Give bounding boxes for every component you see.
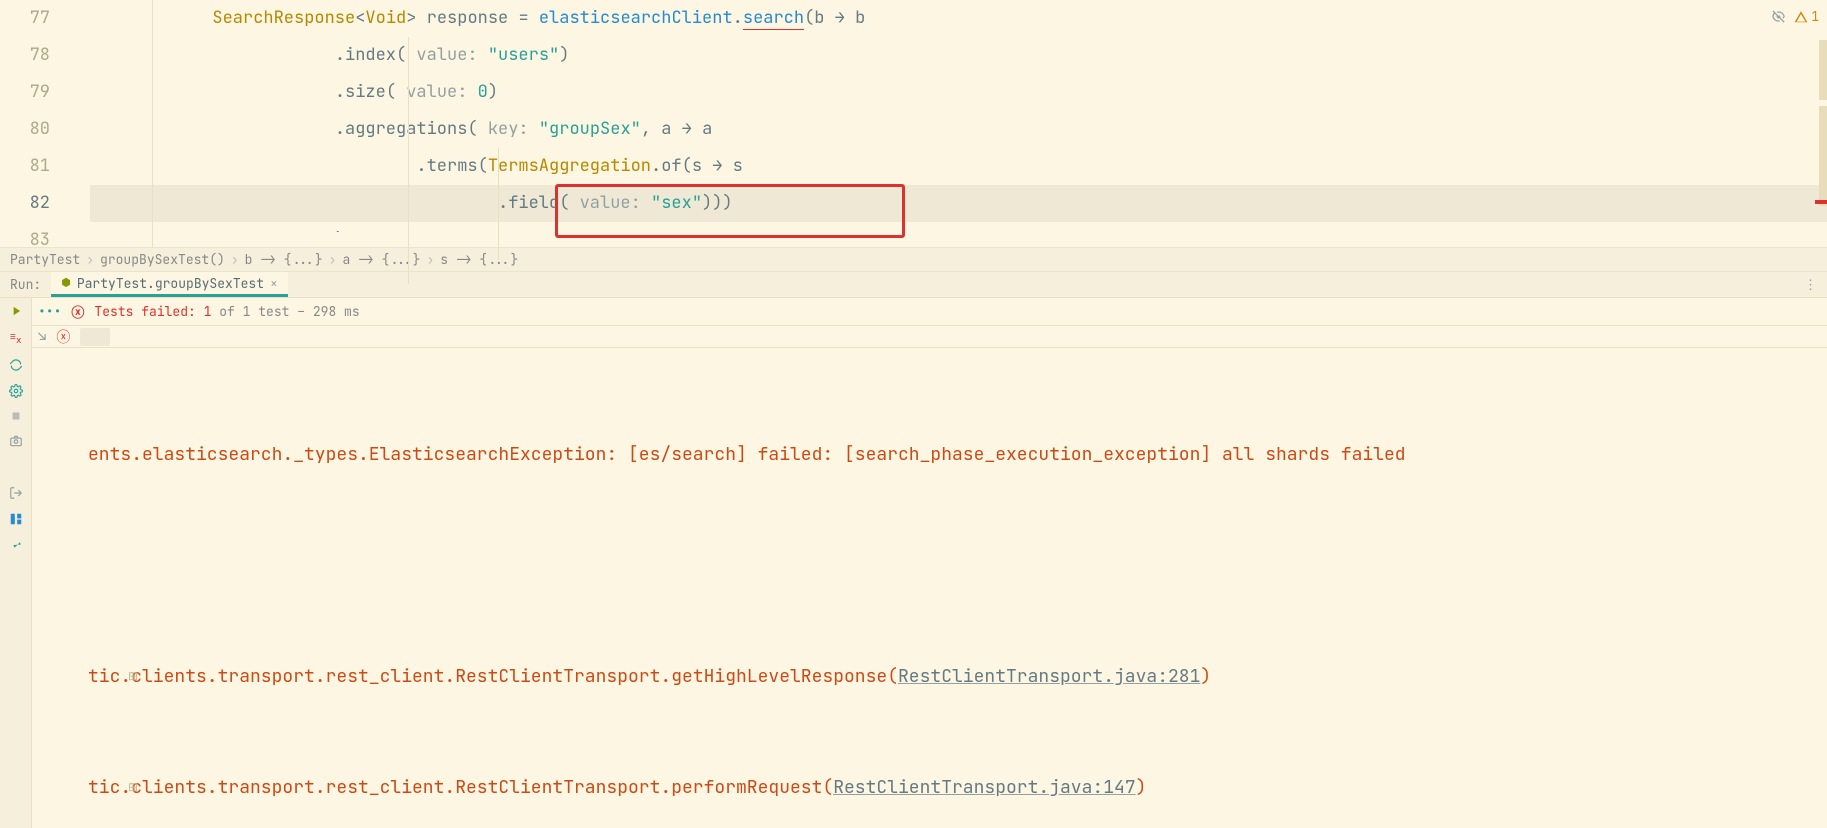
chevron-right-icon: › (86, 251, 94, 268)
warnings-indicator[interactable]: 1 (1794, 8, 1819, 25)
code-line[interactable]: .index( value: "users") (90, 37, 1827, 74)
field-ref: elasticsearchClient (539, 7, 733, 29)
chevron-down-icon[interactable]: ↘ (38, 328, 46, 346)
warnings-count: 1 (1811, 8, 1819, 25)
param-hint: value: (580, 192, 641, 214)
run-panel: ≡x ••• ⓧ T (0, 298, 1827, 828)
line-number: 77 (0, 0, 50, 37)
string-literal: "sex" (651, 192, 702, 214)
filter-icon[interactable]: ≡x (9, 330, 21, 346)
rerun-failed-icon[interactable] (9, 358, 23, 372)
method-call: .size (335, 81, 386, 103)
source-link[interactable]: RestClientTransport.java:147 (833, 776, 1135, 799)
run-button[interactable] (9, 304, 23, 318)
line-number: 81 (0, 148, 50, 185)
number-literal: 0 (478, 81, 488, 103)
lambda-param: a (661, 118, 671, 140)
run-tab[interactable]: ⬢ PartyTest.groupBySexTest × (51, 272, 288, 297)
line-number-gutter: 77 78 79 80 81 82 83 (0, 0, 70, 247)
run-toolbar: ≡x (0, 298, 32, 828)
chevron-right-icon: › (426, 251, 434, 268)
param-hint: value: (406, 81, 467, 103)
breadcrumb-item[interactable]: groupBySexTest() (100, 251, 225, 268)
string-literal: "groupSex" (539, 118, 641, 140)
line-number-current: 82 (0, 185, 50, 222)
more-menu-icon[interactable]: ⋮ (1794, 276, 1827, 293)
param-hint: value: (416, 44, 477, 66)
settings-icon[interactable] (9, 384, 23, 398)
tests-count-label: of 1 test – 298 ms (211, 303, 359, 320)
run-panel-tabbar: Run: ⬢ PartyTest.groupBySexTest × ⋮ (0, 272, 1827, 298)
test-status-bar: ••• ⓧ Tests failed: 1 of 1 test – 298 ms (32, 298, 1827, 326)
editor[interactable]: 77 78 79 80 81 82 83 SearchResponse<Void… (0, 0, 1827, 247)
code-line[interactable]: ) (90, 222, 1827, 232)
console-output[interactable]: ents.elasticsearch._types.ElasticsearchE… (32, 348, 1827, 828)
lambda-param: b (855, 7, 865, 29)
pin-icon[interactable] (10, 538, 22, 552)
chevron-right-icon: › (231, 251, 239, 268)
method-call[interactable]: search (743, 7, 804, 30)
code-line[interactable]: SearchResponse<Void> response = elastics… (90, 0, 1827, 37)
lambda-param: s (692, 155, 702, 177)
string-literal: "users" (488, 44, 559, 66)
method-call: .field (498, 192, 559, 214)
line-number: 80 (0, 111, 50, 148)
method-call: .aggregations (335, 118, 468, 140)
exit-icon[interactable] (9, 486, 23, 500)
tests-failed-label: Tests failed: 1 (94, 303, 211, 320)
method-call: .terms (416, 155, 477, 177)
chevron-right-icon: › (329, 251, 337, 268)
breadcrumb-item[interactable]: b -> {...} (245, 251, 323, 268)
fail-icon: ⓧ (56, 327, 70, 347)
lambda-param: b (814, 7, 824, 29)
param-hint: key: (488, 118, 529, 140)
code-area[interactable]: SearchResponse<Void> response = elastics… (70, 0, 1827, 247)
breadcrumb-item[interactable]: s -> {...} (440, 251, 518, 268)
type-name: SearchResponse (212, 7, 355, 29)
variable-name: response (427, 7, 509, 29)
run-panel-label: Run: (0, 276, 51, 293)
breadcrumbs[interactable]: PartyTest › groupBySexTest() › b -> {...… (0, 247, 1827, 272)
type-name: Void (365, 7, 406, 29)
code-line[interactable]: .aggregations( key: "groupSex", a → a (90, 111, 1827, 148)
run-tab-label: PartyTest.groupBySexTest (77, 275, 264, 292)
stack-frame[interactable]: ⊞tic.clients.transport.rest_client.RestC… (88, 769, 1827, 806)
code-line[interactable]: .size( value: 0) (90, 74, 1827, 111)
inspection-gutter: 1 (1757, 0, 1827, 247)
method-call: .index (335, 44, 396, 66)
dump-icon[interactable] (10, 460, 22, 474)
code-line[interactable]: .terms(TermsAggregation.of(s → s (90, 148, 1827, 185)
source-link[interactable]: RestClientTransport.java:281 (898, 665, 1200, 688)
layout-icon[interactable] (9, 512, 23, 526)
test-tree-row[interactable]: ↘ ⓧ (32, 326, 1827, 348)
console-line[interactable]: ents.elasticsearch._types.ElasticsearchE… (88, 436, 1827, 473)
error-stripe-mark[interactable] (1815, 200, 1827, 204)
screenshot-icon[interactable] (9, 434, 23, 448)
close-icon[interactable]: × (270, 275, 278, 292)
reader-mode-icon[interactable] (1771, 9, 1786, 24)
stack-frame[interactable]: ⊞tic.clients.transport.rest_client.RestC… (88, 658, 1827, 695)
collapse-icon[interactable]: ••• (38, 303, 61, 320)
console-line (88, 547, 1827, 584)
method-call: .of (651, 155, 682, 177)
test-node[interactable] (80, 328, 110, 346)
line-number: 78 (0, 37, 50, 74)
stop-button[interactable] (10, 410, 22, 422)
expand-icon[interactable]: ⊞ (128, 769, 138, 806)
line-number: 79 (0, 74, 50, 111)
line-number: 83 (0, 222, 50, 259)
expand-icon[interactable]: ⊞ (128, 658, 138, 695)
lambda-param: s (733, 155, 743, 177)
type-name: TermsAggregation (488, 155, 651, 177)
code-line-current[interactable]: .field( value: "sex"))) (90, 185, 1827, 222)
test-icon: ⬢ (61, 276, 71, 290)
fail-icon: ⓧ (71, 302, 84, 321)
lambda-param: a (702, 118, 712, 140)
